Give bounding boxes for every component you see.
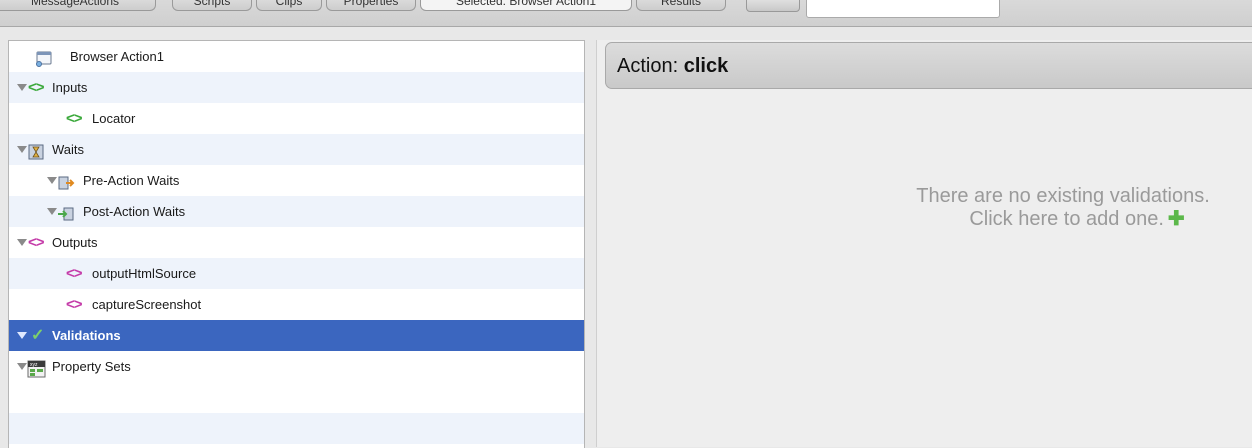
tree-item-label: Pre-Action Waits [83, 173, 180, 188]
code-brackets-icon: <> [66, 265, 83, 282]
validations-panel: Action: click There are no existing vali… [596, 40, 1252, 447]
tab-results[interactable]: Results [636, 0, 726, 11]
expand-triangle-icon[interactable] [47, 208, 57, 215]
empty-validations-message: There are no existing validations. Click… [853, 185, 1252, 231]
tree-item-locator[interactable]: <> Locator [9, 103, 584, 134]
expand-triangle-icon[interactable] [17, 363, 27, 370]
code-brackets-icon: <> [66, 110, 83, 127]
tab-selected-browser-action[interactable]: Selected: Browser Action1 [420, 0, 632, 11]
tree-item-label: Waits [52, 142, 85, 157]
tree-item-label: Validations [52, 328, 121, 343]
tab-scripts[interactable]: Scripts [172, 0, 252, 11]
tree-item-outputs[interactable]: <> Outputs [9, 227, 584, 258]
empty-message-line1: There are no existing validations. [916, 185, 1210, 207]
pre-wait-icon [57, 172, 75, 190]
checkmark-icon: ✓ [31, 327, 45, 344]
code-brackets-icon: <> [66, 296, 83, 313]
expand-triangle-icon[interactable] [17, 239, 27, 246]
action-name: click [683, 55, 729, 77]
code-brackets-icon: <> [28, 79, 45, 96]
svg-text:xyz: xyz [30, 362, 38, 368]
tree-item-label: captureScreenshot [92, 297, 202, 312]
tree-item-label: Inputs [52, 80, 88, 95]
expand-triangle-icon[interactable] [17, 332, 27, 339]
tree-empty-row [9, 413, 584, 444]
tree-item-label: outputHtmlSource [92, 266, 197, 281]
action-title: Action: click [617, 55, 728, 78]
property-set-icon: xyz [27, 358, 46, 378]
tab-properties[interactable]: Properties [326, 0, 416, 11]
browser-window-icon [35, 48, 53, 67]
tree-item-property-sets[interactable]: xyz Property Sets [9, 351, 584, 382]
post-wait-icon [57, 203, 75, 221]
plus-icon[interactable]: ✚ [1168, 208, 1185, 230]
tab-bar: MessageActions Scripts Clips Properties … [0, 0, 1252, 27]
tree-item-label: Post-Action Waits [83, 204, 186, 219]
hourglass-icon [27, 141, 45, 160]
add-validation-link[interactable]: Click here to add one. ✚ [881, 208, 1252, 231]
expand-triangle-icon[interactable] [47, 177, 57, 184]
add-validation-label: Click here to add one. [969, 208, 1164, 230]
tree-item-label: Property Sets [52, 359, 131, 374]
tree-item-output-html-source[interactable]: <> outputHtmlSource [9, 258, 584, 289]
tree-item-label: Locator [92, 111, 136, 126]
tree-item-post-action-waits[interactable]: Post-Action Waits [9, 196, 584, 227]
code-brackets-icon: <> [28, 234, 45, 251]
tree-item-browser-action[interactable]: Browser Action1 [9, 41, 584, 72]
tree-item-inputs[interactable]: <> Inputs [9, 72, 584, 103]
tree-item-waits[interactable]: Waits [9, 134, 584, 165]
action-header: Action: click [605, 42, 1252, 89]
tree-item-pre-action-waits[interactable]: Pre-Action Waits [9, 165, 584, 196]
tree-item-label: Browser Action1 [70, 49, 164, 64]
tree-item-label: Outputs [52, 235, 98, 250]
action-tree: Browser Action1 <> Inputs <> Locator Wai… [8, 40, 585, 448]
search-input[interactable] [806, 0, 1000, 18]
tree-item-validations[interactable]: ✓ Validations [9, 320, 584, 351]
expand-triangle-icon[interactable] [17, 84, 27, 91]
tab-clips[interactable]: Clips [256, 0, 322, 11]
action-prefix: Action: [617, 55, 679, 77]
tree-item-capture-screenshot[interactable]: <> captureScreenshot [9, 289, 584, 320]
toolbar-button[interactable] [746, 0, 800, 12]
tab-message-actions[interactable]: MessageActions [0, 0, 156, 11]
expand-triangle-icon[interactable] [17, 146, 27, 153]
